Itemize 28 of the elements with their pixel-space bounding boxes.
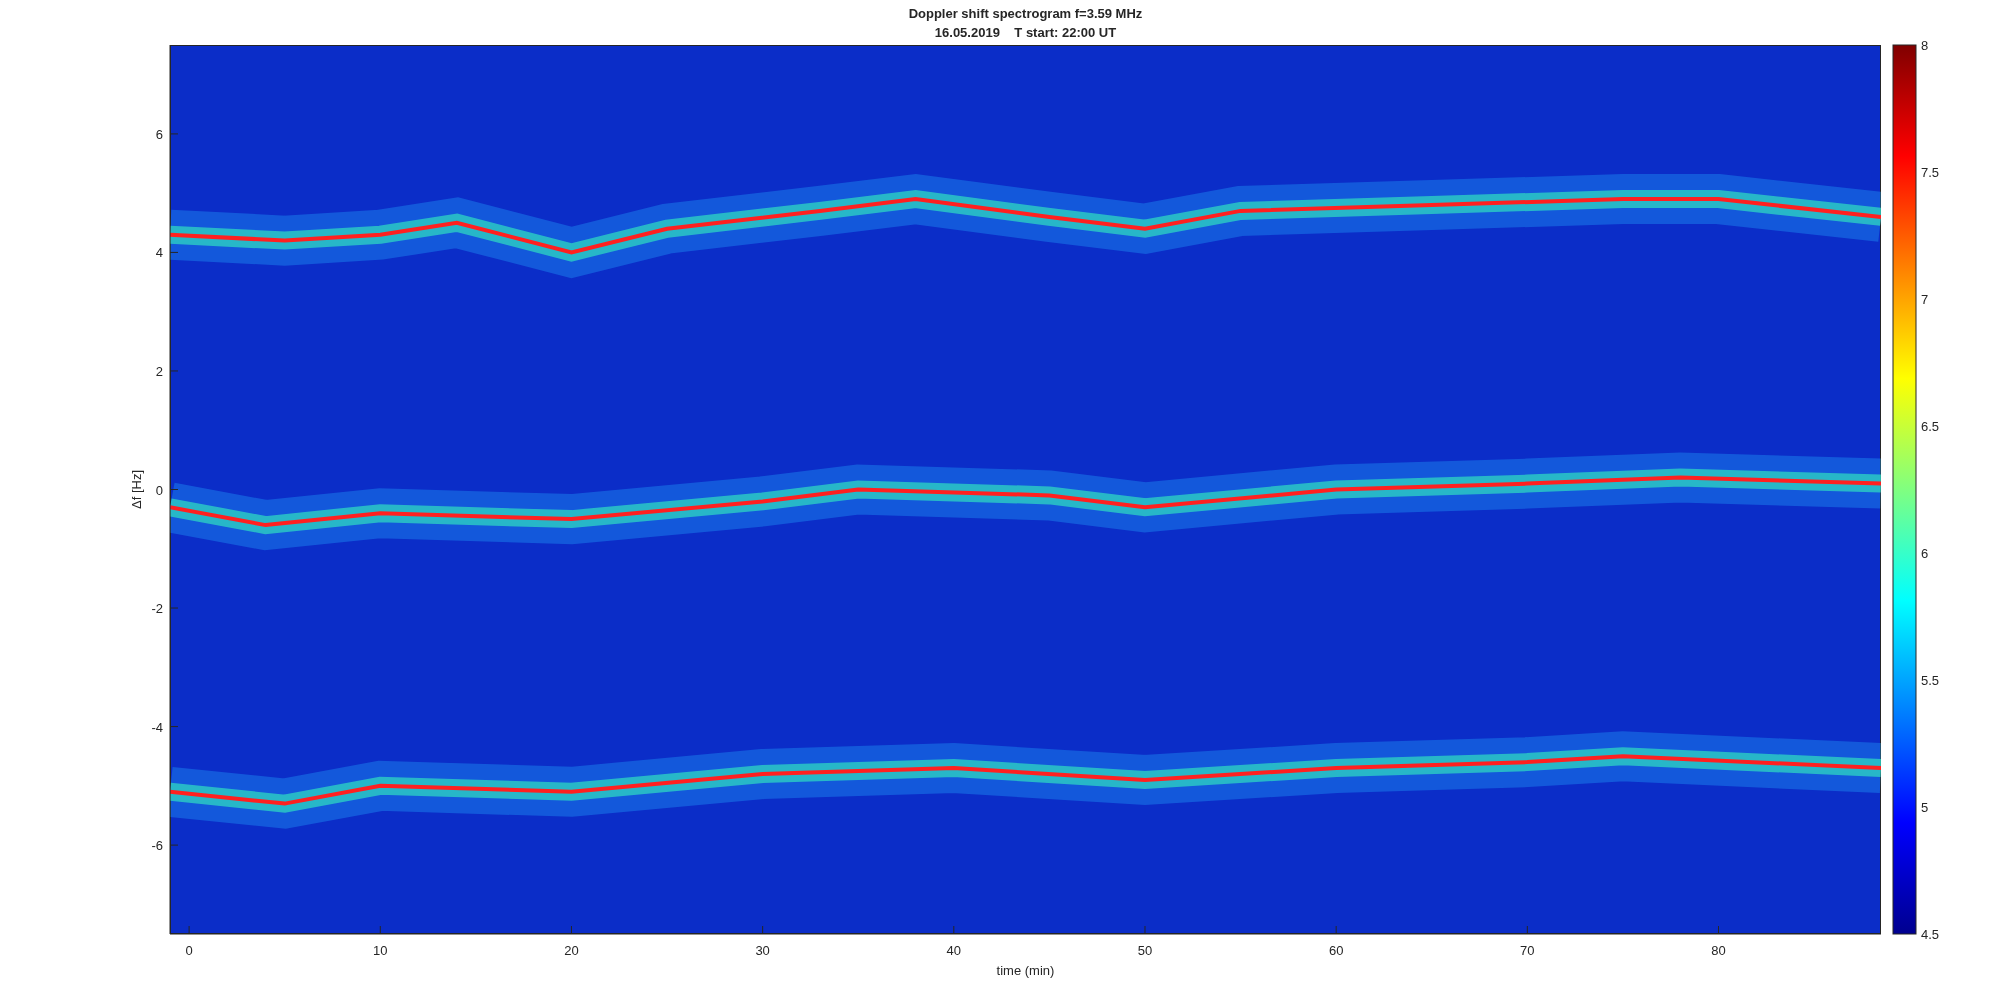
- colorbar-tick-label: 6.5: [1921, 419, 1940, 434]
- colorbar-tick-label: 7.5: [1921, 165, 1940, 180]
- y-tick-label: 4: [155, 245, 163, 261]
- y-axis-label: Δf [Hz]: [129, 470, 144, 509]
- colorbar-tick-label: 6: [1921, 546, 1929, 561]
- x-tick-label: 60: [1328, 943, 1344, 958]
- x-tick-label: 20: [564, 943, 579, 958]
- x-tick-label: 40: [946, 943, 962, 958]
- y-tick-label: -4: [151, 719, 163, 735]
- colorbar-tick-label: 4.5: [1921, 927, 1940, 942]
- x-tick-label: 80: [1711, 943, 1726, 958]
- x-tick-label: 0: [185, 943, 193, 958]
- y-tick-label: 2: [155, 363, 163, 379]
- y-tick-label: -2: [151, 601, 163, 617]
- x-tick-label: 50: [1137, 943, 1153, 958]
- x-tick-label: 70: [1520, 943, 1535, 958]
- chart-title: Doppler shift spectrogram f=3.59 MHz: [908, 6, 1143, 21]
- y-tick-label: 6: [155, 126, 163, 142]
- x-tick-label: 30: [755, 943, 770, 958]
- y-tick-label: -6: [151, 838, 163, 854]
- colorbar-tick-label: 8: [1921, 38, 1929, 53]
- x-tick-label: 10: [373, 943, 388, 958]
- y-tick-label: 0: [155, 482, 163, 498]
- colorbar-tick-label: 5.5: [1921, 673, 1940, 688]
- x-axis-label: time (min): [996, 963, 1055, 978]
- colorbar-tick-label: 7: [1921, 292, 1929, 307]
- chart-title: 16.05.2019 T start: 22:00 UT: [934, 25, 1117, 40]
- colorbar-tick-label: 5: [1921, 800, 1929, 815]
